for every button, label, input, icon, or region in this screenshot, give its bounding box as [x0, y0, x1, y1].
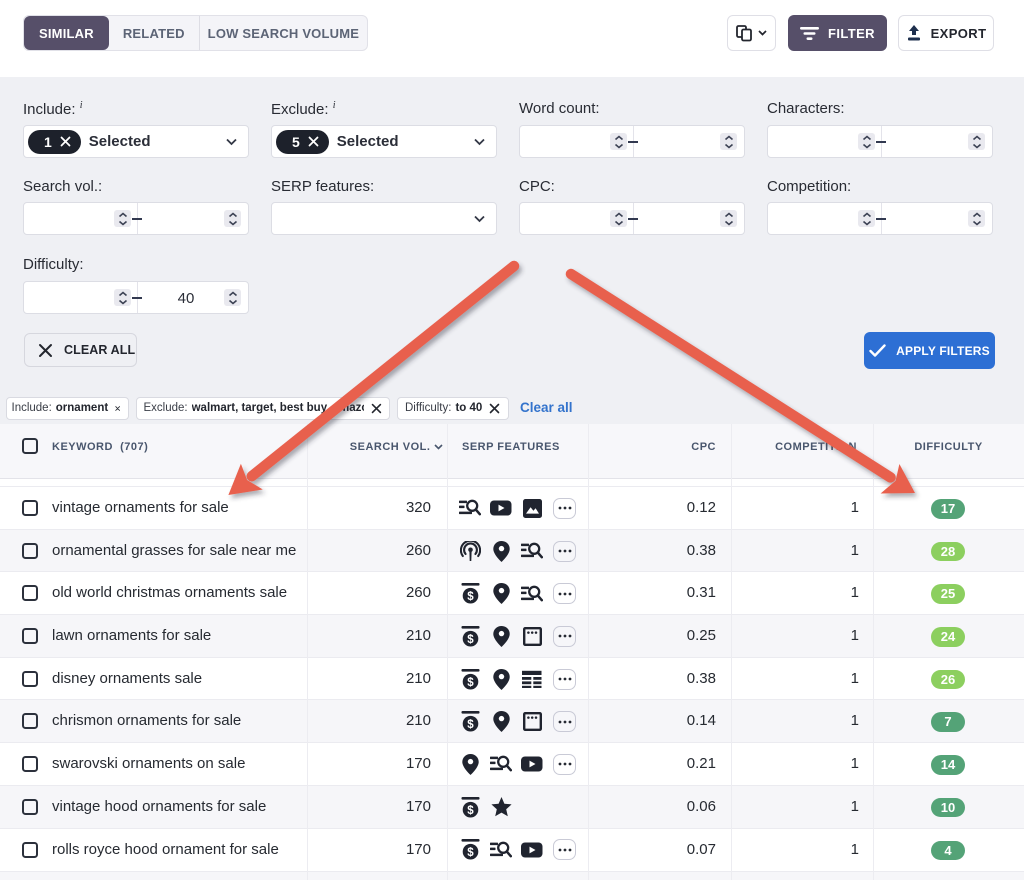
svg-text:$: $ — [467, 847, 474, 859]
svg-text:$: $ — [467, 804, 474, 816]
svg-text:$: $ — [467, 591, 474, 603]
svg-text:$: $ — [467, 676, 474, 688]
svg-text:$: $ — [467, 719, 474, 731]
svg-text:$: $ — [467, 634, 474, 646]
